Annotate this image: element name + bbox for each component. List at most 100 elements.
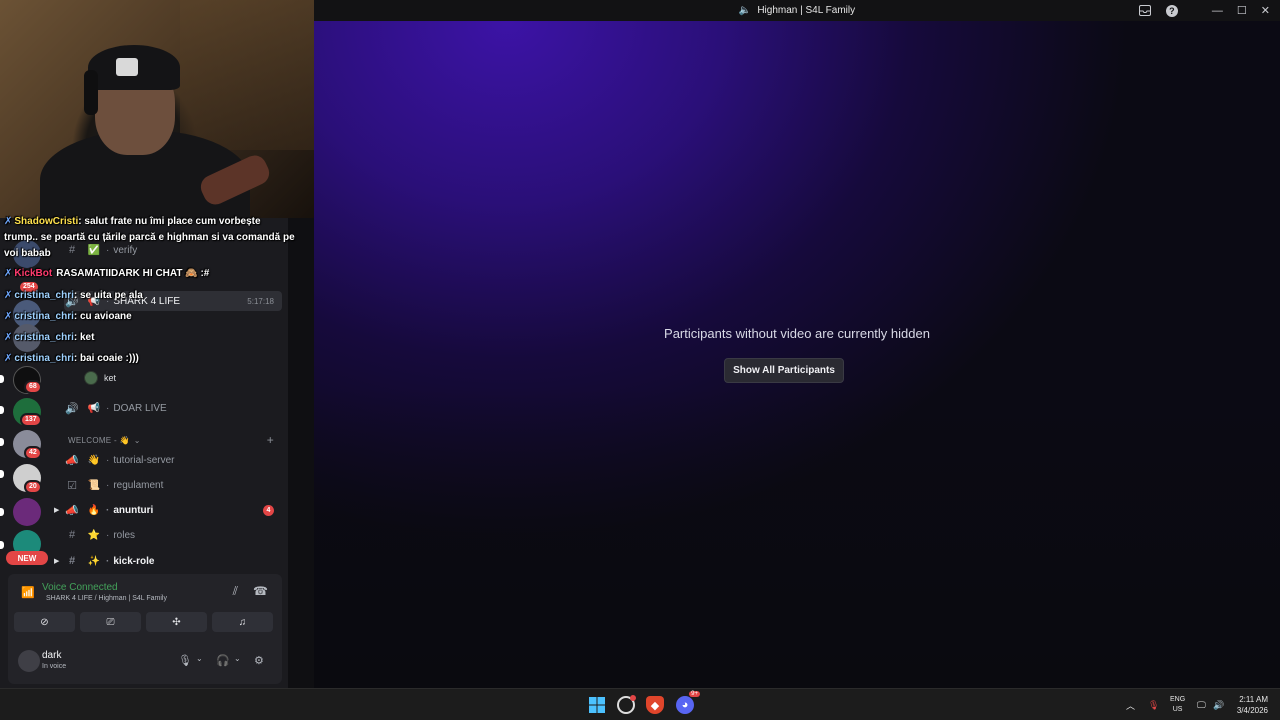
title-bar: 🔈 Highman | S4L Family ? — ☐ ✕ xyxy=(314,0,1280,21)
user-name[interactable]: dark xyxy=(42,650,61,661)
channel-anunturi[interactable]: ▶ 📣 🔥 · anunturi 4 xyxy=(54,500,282,520)
separator: · xyxy=(106,529,110,541)
chat-username: cristina_chri xyxy=(14,290,74,301)
channel-label: DOAR LIVE xyxy=(113,402,167,414)
window-title: 🔈 Highman | S4L Family xyxy=(739,5,855,16)
new-badge[interactable]: NEW xyxy=(6,551,48,565)
chat-text: : se uita pe ala xyxy=(73,290,143,301)
soundboard-button[interactable]: ♫ xyxy=(212,612,273,632)
activities-icon: ✣ xyxy=(172,616,181,628)
chevron-down-icon: ⌄ xyxy=(133,435,141,445)
badge-icon: ✗ xyxy=(4,353,13,364)
server-icon[interactable] xyxy=(13,498,41,526)
unread-pip xyxy=(0,470,4,478)
language-code: ENG xyxy=(1170,696,1186,703)
disconnect-icon[interactable]: ☎ xyxy=(253,584,268,598)
chat-text: : cu avioane xyxy=(73,311,132,322)
voice-channel-doar-live[interactable]: 🔊 📢 · DOAR LIVE xyxy=(64,398,282,418)
webcam-background xyxy=(180,0,314,150)
maximize-icon[interactable]: ☐ xyxy=(1237,4,1247,17)
user-status: In voice xyxy=(42,663,67,670)
clock-time: 2:11 AM xyxy=(1239,695,1268,704)
chat-message: voi babab xyxy=(4,246,51,262)
screen-share-button[interactable]: ⎚ xyxy=(80,612,141,632)
rules-icon: ☑ xyxy=(67,479,77,492)
voice-location[interactable]: SHARK 4 LIFE / Highman | S4L Family xyxy=(46,595,167,602)
chat-username: cristina_chri xyxy=(14,311,74,322)
separator: · xyxy=(106,402,110,414)
cap-logo xyxy=(116,58,138,76)
brave-browser-icon[interactable]: ◆ xyxy=(646,696,664,714)
chat-message: ✗ cristina_chri: cu avioane xyxy=(4,309,132,325)
channel-label: tutorial-server xyxy=(113,454,175,466)
category-welcome[interactable]: WELCOME - 👋 ⌄ + xyxy=(68,433,282,447)
voice-timer: 5:17:18 xyxy=(247,296,274,306)
hash-icon: # xyxy=(68,529,76,541)
network-icon[interactable]: 🖵 xyxy=(1197,689,1206,720)
scroll-icon: 📜 xyxy=(87,479,101,491)
discord-notification-badge: 9+ xyxy=(689,691,700,697)
voice-member[interactable]: ket xyxy=(84,369,116,387)
server-badge: 20 xyxy=(24,480,42,494)
clock[interactable]: 2:11 AM 3/4/2026 xyxy=(1237,694,1268,716)
channel-label: verify xyxy=(113,244,138,256)
help-icon[interactable]: ? xyxy=(1165,4,1178,17)
tray-overflow-icon[interactable]: ︿ xyxy=(1126,689,1135,720)
language-indicator[interactable]: ENG US xyxy=(1170,695,1185,715)
chat-text: : bai coaie :))) xyxy=(73,353,139,364)
separator: · xyxy=(106,504,110,516)
activities-button[interactable]: ✣ xyxy=(146,612,207,632)
app-icon[interactable] xyxy=(617,695,636,714)
badge-icon: ✗ xyxy=(4,268,13,279)
chat-username: cristina_chri xyxy=(14,353,74,364)
channel-roles[interactable]: # ⭐ · roles xyxy=(64,525,282,545)
megaphone-icon: 📣 xyxy=(65,454,79,467)
video-stage: Participants without video are currently… xyxy=(314,21,1280,688)
server-badge: 42 xyxy=(24,446,42,460)
chat-username: ShadowCristi xyxy=(14,216,79,227)
badge-icon: ✗ xyxy=(4,290,13,301)
microphone-icon[interactable]: 🎙 xyxy=(1148,689,1159,720)
chat-message: ✗ cristina_chri: bai coaie :))) xyxy=(4,351,139,367)
unread-pip xyxy=(0,541,4,549)
channel-kick-role[interactable]: ▶ # ✨ · kick-role xyxy=(54,551,282,571)
camera-button[interactable]: ⊘ xyxy=(14,612,75,632)
volume-icon[interactable]: 🔊 xyxy=(1213,689,1224,720)
separator: · xyxy=(106,244,110,256)
avatar xyxy=(84,371,98,385)
inbox-icon[interactable] xyxy=(1139,4,1152,17)
screen-share-icon: ⎚ xyxy=(106,616,115,628)
fire-icon: 🔥 xyxy=(87,504,101,516)
user-avatar[interactable] xyxy=(18,650,40,672)
chevron-down-icon[interactable]: ⌄ xyxy=(196,654,203,663)
server-badge: 68 xyxy=(24,380,42,394)
voice-connected-status[interactable]: Voice Connected xyxy=(42,582,118,593)
sparkles-icon: ✨ xyxy=(87,555,101,567)
chat-message: ✗ KickBot RASAMATIIDARK HI CHAT 🙈 :# xyxy=(4,266,209,282)
chat-text: voi babab xyxy=(4,248,51,259)
chat-username: KickBot xyxy=(14,268,53,279)
unread-pip xyxy=(0,438,4,446)
channel-tutorial-server[interactable]: 📣 👋 · tutorial-server xyxy=(64,450,282,470)
minimize-icon[interactable]: — xyxy=(1212,5,1223,17)
show-all-participants-button[interactable]: Show All Participants xyxy=(724,358,844,383)
noise-suppression-icon[interactable]: ⫽ xyxy=(233,584,238,599)
gear-icon[interactable]: ⚙ xyxy=(254,654,264,667)
hash-icon: # xyxy=(68,244,76,256)
headphones-icon[interactable]: 🎧 xyxy=(216,654,230,667)
add-channel-icon[interactable]: + xyxy=(267,433,274,447)
speaker-icon: 🔊 xyxy=(65,402,79,415)
microphone-icon[interactable]: 🎙 xyxy=(178,654,192,667)
chat-message: ✗ cristina_chri: se uita pe ala xyxy=(4,288,143,304)
star-icon: ⭐ xyxy=(87,529,101,541)
badge-icon: ✗ xyxy=(4,216,13,227)
close-icon[interactable]: ✕ xyxy=(1261,4,1270,17)
chevron-down-icon[interactable]: ⌄ xyxy=(234,654,241,663)
chat-text: : ket xyxy=(73,332,95,343)
discord-icon[interactable]: ◕ 9+ xyxy=(676,691,700,714)
windows-start-icon[interactable] xyxy=(588,696,606,714)
separator: · xyxy=(106,555,110,567)
window-controls: ? — ☐ ✕ xyxy=(1139,0,1270,21)
channel-regulament[interactable]: ☑ 📜 · regulament xyxy=(64,475,282,495)
chat-text: RASAMATIIDARK HI CHAT 🙈 :# xyxy=(56,268,210,279)
